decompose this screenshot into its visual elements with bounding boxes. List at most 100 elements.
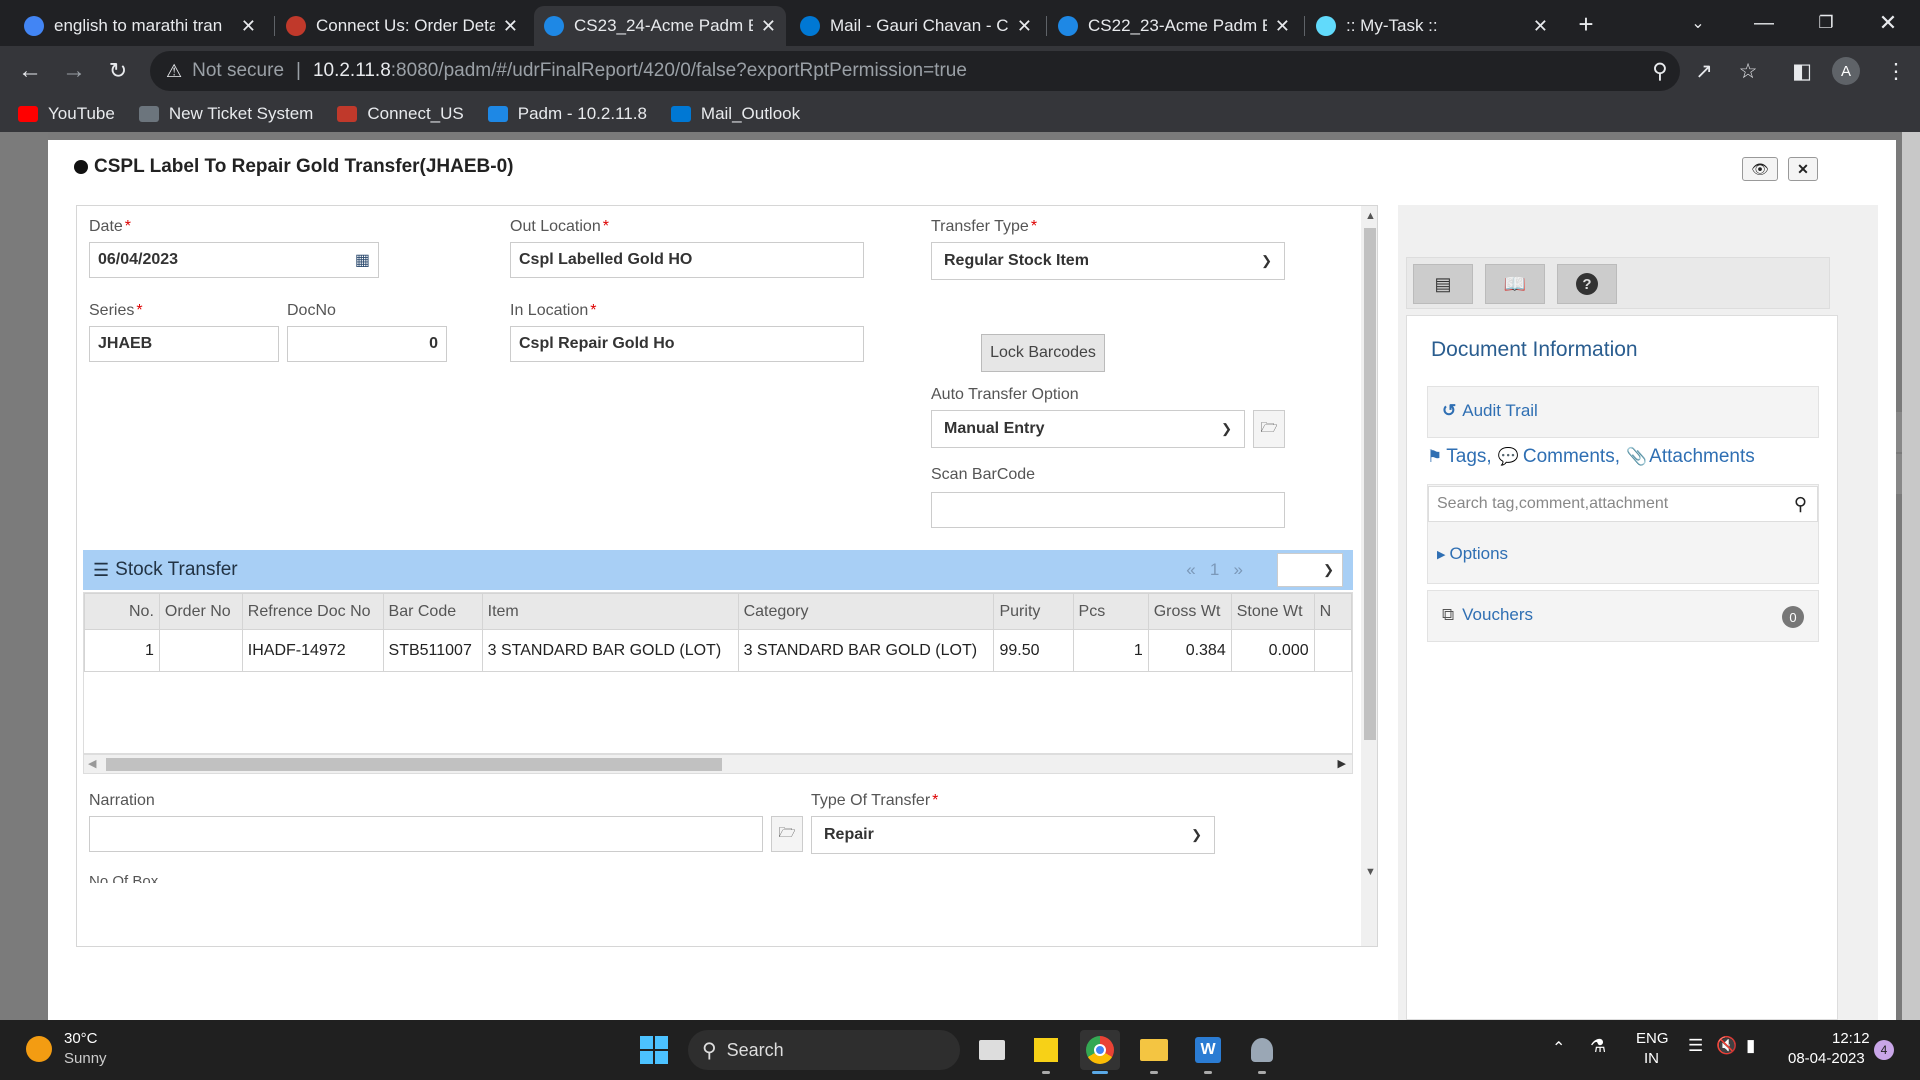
side-panel-icon[interactable]: ◧ (1782, 46, 1822, 96)
table-cell[interactable]: 99.50 (993, 629, 1074, 672)
clock-date[interactable]: 08-04-2023 (1788, 1050, 1865, 1067)
calendar-icon[interactable]: ▦ (355, 250, 370, 270)
reload-icon[interactable]: ↻ (98, 46, 138, 96)
close-tab-icon[interactable]: ✕ (761, 16, 776, 37)
browser-tab[interactable]: CS22_23-Acme Padm E ✕ (1048, 6, 1300, 46)
file-explorer-icon[interactable] (1134, 1030, 1174, 1074)
docno-input[interactable]: 0 (287, 326, 447, 362)
auto-transfer-select[interactable]: Manual Entry ❯ (931, 410, 1245, 448)
battery-icon[interactable]: ▮ (1746, 1036, 1755, 1056)
close-tab-icon[interactable]: ✕ (1533, 16, 1548, 37)
browser-tab[interactable]: CS23_24-Acme Padm E ✕ (534, 6, 786, 46)
taskbar-search[interactable]: ⚲ Search (688, 1030, 960, 1070)
table-cell[interactable]: 0.384 (1147, 629, 1232, 672)
share-icon[interactable]: ↗ (1684, 46, 1724, 96)
table-cell[interactable]: IHADF-14972 (241, 629, 384, 672)
table-cell[interactable]: 3 STANDARD BAR GOLD (LOT) (481, 629, 739, 672)
column-header[interactable]: N (1313, 593, 1352, 630)
transfer-type-select[interactable]: Regular Stock Item ❯ (931, 242, 1285, 280)
scroll-right-arrow-icon[interactable]: ▶ (1338, 757, 1346, 770)
vouchers-section[interactable]: ⧉ Vouchers 0 (1427, 590, 1819, 642)
column-header[interactable]: Bar Code (382, 593, 483, 630)
weather-desc[interactable]: Sunny (64, 1050, 107, 1067)
minimize-icon[interactable]: — (1734, 0, 1794, 46)
search-icon[interactable]: ⚲ (1794, 494, 1807, 515)
table-cell[interactable] (158, 629, 243, 672)
pager-prev-button[interactable]: « (1186, 560, 1195, 579)
scan-barcode-input[interactable] (931, 492, 1285, 528)
word-icon[interactable]: W (1188, 1030, 1228, 1074)
language-eng[interactable]: ENG (1636, 1030, 1669, 1047)
narration-input[interactable] (89, 816, 763, 852)
bookmark-item[interactable]: Mail_Outlook (670, 104, 800, 124)
list-view-icon[interactable]: ▤ (1413, 264, 1473, 304)
tags-link[interactable]: Tags, (1446, 446, 1491, 468)
clock-time[interactable]: 12:12 (1832, 1030, 1870, 1047)
back-arrow-icon[interactable]: ← (10, 46, 50, 96)
column-header[interactable]: Pcs (1072, 593, 1149, 630)
scroll-left-arrow-icon[interactable]: ◀ (88, 757, 96, 770)
page-scrollbar[interactable] (1902, 132, 1920, 1020)
table-cell[interactable]: 3 STANDARD BAR GOLD (LOT) (737, 629, 995, 672)
column-header[interactable]: Category (737, 593, 995, 630)
lock-barcodes-button[interactable]: Lock Barcodes (981, 334, 1105, 372)
profile-avatar[interactable]: A (1832, 57, 1860, 85)
restore-icon[interactable]: ❐ (1796, 0, 1856, 46)
type-of-transfer-select[interactable]: Repair ❯ (811, 816, 1215, 854)
wifi-icon[interactable]: ☰ (1688, 1036, 1703, 1056)
bookmark-item[interactable]: New Ticket System (138, 104, 313, 124)
series-input[interactable]: JHAEB (89, 326, 279, 362)
key-icon[interactable]: ⚲ (1640, 46, 1680, 96)
scrollbar-thumb[interactable] (106, 758, 722, 771)
volume-muted-icon[interactable]: 🔇 (1716, 1036, 1737, 1056)
audit-trail-link[interactable]: ↺ Audit Trail (1442, 401, 1538, 421)
tray-overflow-chevron-icon[interactable]: ⌃ (1552, 1038, 1565, 1058)
table-cell[interactable]: STB511007 (382, 629, 483, 672)
close-tab-icon[interactable]: ✕ (241, 16, 256, 37)
close-tab-icon[interactable]: ✕ (1275, 16, 1290, 37)
scroll-down-arrow-icon[interactable]: ▼ (1365, 866, 1376, 878)
browser-tab[interactable]: Mail - Gauri Chavan - C ✕ (790, 6, 1042, 46)
folder-open-icon[interactable]: 🗁 (1253, 410, 1285, 448)
vouchers-link[interactable]: ⧉ Vouchers (1442, 605, 1533, 625)
chrome-icon[interactable] (1080, 1030, 1120, 1074)
in-location-input[interactable]: Cspl Repair Gold Ho (510, 326, 864, 362)
close-tab-icon[interactable]: ✕ (1017, 16, 1032, 37)
table-cell[interactable]: 0.000 (1230, 629, 1315, 672)
bookmark-item[interactable]: Connect_US (337, 104, 464, 124)
page-size-select[interactable]: ❯ (1277, 553, 1343, 587)
table-cell[interactable]: 1 (1072, 629, 1149, 672)
comments-link[interactable]: Comments, (1523, 446, 1620, 468)
new-tab-button[interactable]: + (1566, 6, 1606, 42)
column-header[interactable]: Refrence Doc No (241, 593, 384, 630)
close-window-icon[interactable]: ✕ (1858, 0, 1918, 46)
pager-page[interactable]: 1 (1210, 560, 1219, 579)
weather-sun-icon[interactable] (26, 1036, 52, 1062)
tag-search-input[interactable]: Search tag,comment,attachment ⚲ (1428, 486, 1818, 522)
column-header[interactable]: Item (481, 593, 739, 630)
book-icon[interactable]: 📖 (1485, 264, 1545, 304)
table-row[interactable]: 1 IHADF-14972 STB511007 3 STANDARD BAR GOLD… (84, 629, 1352, 672)
out-location-input[interactable]: Cspl Labelled Gold HO (510, 242, 864, 278)
task-view-icon[interactable] (972, 1030, 1012, 1070)
column-header[interactable]: Purity (993, 593, 1074, 630)
notification-badge[interactable]: 4 (1874, 1040, 1894, 1060)
tab-search-chevron-icon[interactable]: ⌄ (1668, 0, 1728, 46)
app-icon[interactable] (1242, 1030, 1282, 1074)
hide-eye-icon[interactable]: 👁 (1742, 157, 1778, 181)
attachments-link[interactable]: Attachments (1649, 446, 1755, 468)
browser-tab[interactable]: :: My-Task :: ✕ (1306, 6, 1558, 46)
forward-arrow-icon[interactable]: → (54, 46, 94, 96)
scrollbar-thumb[interactable] (1364, 228, 1376, 740)
tray-app-icon[interactable]: ⚗ (1590, 1036, 1606, 1057)
sticky-notes-icon[interactable] (1026, 1030, 1066, 1074)
column-header[interactable]: Order No (158, 593, 243, 630)
date-input[interactable]: 06/04/2023 ▦ (89, 242, 379, 278)
vertical-scrollbar[interactable]: ▲ ▼ (1361, 206, 1377, 946)
options-toggle[interactable]: ▶ Options (1437, 544, 1508, 564)
windows-start-icon[interactable] (634, 1030, 674, 1070)
browser-tab[interactable]: Connect Us: Order Deta ✕ (276, 6, 528, 46)
horizontal-scrollbar[interactable]: ◀ ▶ (83, 754, 1353, 774)
bookmark-item[interactable]: Padm - 10.2.11.8 (487, 104, 647, 124)
table-cell[interactable]: 1 (84, 629, 160, 672)
